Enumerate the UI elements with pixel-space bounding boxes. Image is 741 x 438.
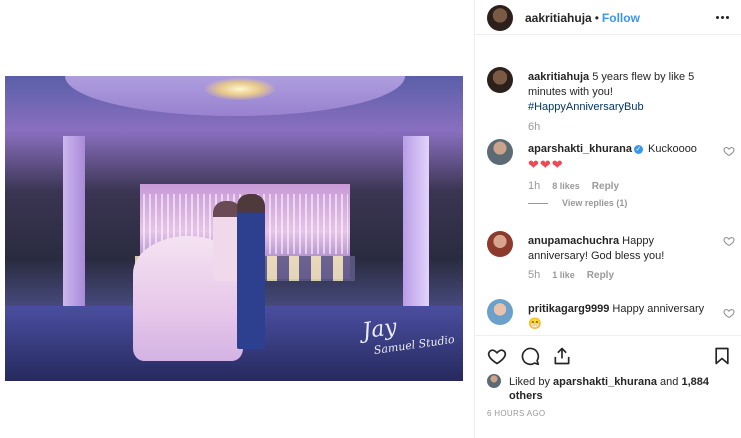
liked-by-user[interactable]: aparshakti_khurana (553, 376, 657, 388)
header-title: aakritiahuja • Follow (525, 11, 640, 25)
comment-meta: 1h 8 likes Reply (528, 180, 631, 192)
view-replies-label: View replies (1) (562, 198, 628, 208)
post-actions: Liked by aparshakti_khurana and 1,884 ot… (475, 335, 741, 435)
liked-by-prefix: Liked by (509, 376, 550, 388)
reply-button[interactable]: Reply (592, 181, 619, 192)
caption-text: aakritiahuja 5 years flew by like 5 minu… (528, 70, 713, 115)
comment-body: Happy anniversary (612, 303, 705, 315)
reply-button[interactable]: Reply (587, 270, 614, 281)
comment-likes[interactable]: 8 likes (552, 181, 580, 191)
view-replies-line (528, 203, 548, 205)
caption-hashtag[interactable]: #HappyAnniversaryBub (528, 101, 644, 113)
photo-groom (237, 194, 265, 349)
comment-likes[interactable]: 1 like (552, 270, 575, 280)
comment-avatar[interactable] (487, 231, 513, 257)
comment-time: 1h (528, 180, 541, 192)
comment-body: Kuckoooo (648, 143, 697, 155)
photo-pane: Jay Samuel Studio (0, 0, 474, 438)
liked-by-text: Liked by aparshakti_khurana and 1,884 ot… (509, 375, 709, 403)
comment-bubble-icon[interactable] (520, 346, 540, 366)
save-bookmark-icon[interactable] (712, 346, 732, 366)
follow-button[interactable]: Follow (602, 11, 640, 25)
photo-chandelier (205, 78, 275, 100)
photographer-watermark: Jay Samuel Studio (361, 310, 458, 381)
caption-avatar[interactable] (487, 67, 513, 93)
liked-by-avatar[interactable] (487, 374, 501, 388)
comment-text: pritikagarg9999 Happy anniversary 😁 (528, 302, 713, 332)
comment-item: anupamachuchra Happy anniversary! God bl… (487, 227, 735, 287)
photo-pillar-right (403, 136, 429, 326)
post-header: aakritiahuja • Follow (475, 0, 741, 35)
like-heart-icon[interactable] (487, 346, 507, 366)
grin-emoji: 😁 (528, 318, 542, 330)
caption-time: 6h (528, 121, 541, 133)
comment-time: 5h (528, 269, 541, 281)
comment-item: aparshakti_khurana ✓ Kuckoooo ❤❤❤ 1h 8 lik… (487, 135, 735, 215)
verified-badge-icon: ✓ (633, 144, 643, 154)
liked-by-and: and (660, 376, 679, 388)
comment-avatar[interactable] (487, 139, 513, 165)
posted-time: 6 HOURS AGO (487, 409, 546, 418)
author-username[interactable]: aakritiahuja (525, 11, 592, 25)
comment-text: aparshakti_khurana ✓ Kuckoooo ❤❤❤ (528, 142, 713, 174)
comments-list[interactable]: aakritiahuja 5 years flew by like 5 minu… (475, 55, 741, 335)
comment-avatar[interactable] (487, 299, 513, 325)
comment-like-heart-icon[interactable] (723, 235, 735, 247)
comment-item: pritikagarg9999 Happy anniversary 😁 (487, 295, 735, 335)
more-options-icon[interactable] (716, 10, 730, 24)
comment-like-heart-icon[interactable] (723, 307, 735, 319)
caption-username[interactable]: aakritiahuja (528, 71, 589, 83)
caption-item: aakritiahuja 5 years flew by like 5 minu… (487, 63, 735, 133)
header-separator: • (594, 11, 599, 25)
share-icon[interactable] (552, 346, 572, 366)
caption-meta: 6h (528, 121, 552, 133)
comment-username[interactable]: anupamachuchra (528, 235, 619, 247)
comment-meta: 5h 1 like Reply (528, 269, 626, 281)
comment-text: anupamachuchra Happy anniversary! God bl… (528, 234, 713, 264)
author-avatar[interactable] (487, 5, 513, 31)
post-sidebar: aakritiahuja • Follow aakritiahuja 5 years… (474, 0, 741, 438)
comment-username[interactable]: pritikagarg9999 (528, 303, 609, 315)
comment-username[interactable]: aparshakti_khurana (528, 143, 632, 155)
view-replies-button[interactable]: View replies (1) (528, 198, 627, 208)
post-photo[interactable]: Jay Samuel Studio (5, 76, 463, 381)
hearts-emoji: ❤❤❤ (528, 157, 564, 172)
photo-pillar-left (63, 136, 85, 316)
comment-like-heart-icon[interactable] (723, 145, 735, 157)
